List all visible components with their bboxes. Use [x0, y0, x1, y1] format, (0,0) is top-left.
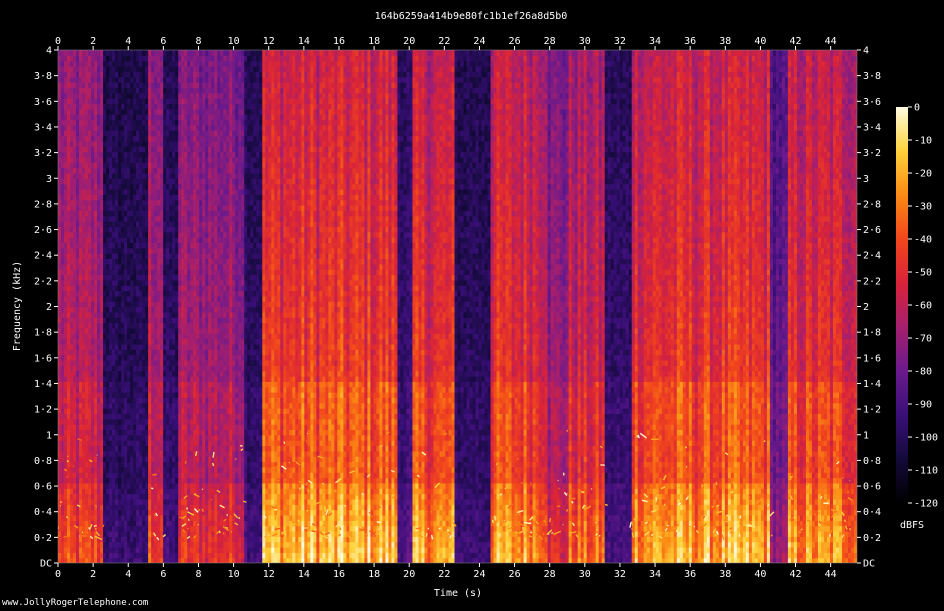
chart-title: 164b6259a414b9e80fc1b1ef26a8d5b0 [375, 11, 568, 22]
spectrogram-plot-area [58, 50, 858, 564]
spectrogram-chart: 164b6259a414b9e80fc1b1ef26a8d5b0 0 2 4 6 8 10… [0, 0, 944, 611]
